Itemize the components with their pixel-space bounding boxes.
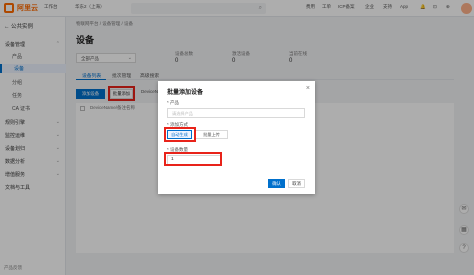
product-field-label: * 产品: [167, 100, 180, 105]
dialog-title: 批量添加设备: [167, 90, 204, 96]
product-select-placeholder: 请选择产品: [172, 111, 193, 116]
cancel-button[interactable]: 取消: [288, 179, 305, 188]
batch-add-dialog: 批量添加设备 × * 产品 请选择产品 * 添加方式 自动生成 批量上传 * 设…: [158, 81, 315, 194]
confirm-button[interactable]: 确认: [268, 179, 285, 188]
product-select-field[interactable]: 请选择产品: [167, 108, 305, 118]
highlight-device-count: [164, 152, 222, 166]
close-icon[interactable]: ×: [306, 85, 310, 92]
method-batch-upload-option[interactable]: 批量上传: [195, 130, 228, 139]
highlight-auto-generate: [164, 127, 196, 142]
